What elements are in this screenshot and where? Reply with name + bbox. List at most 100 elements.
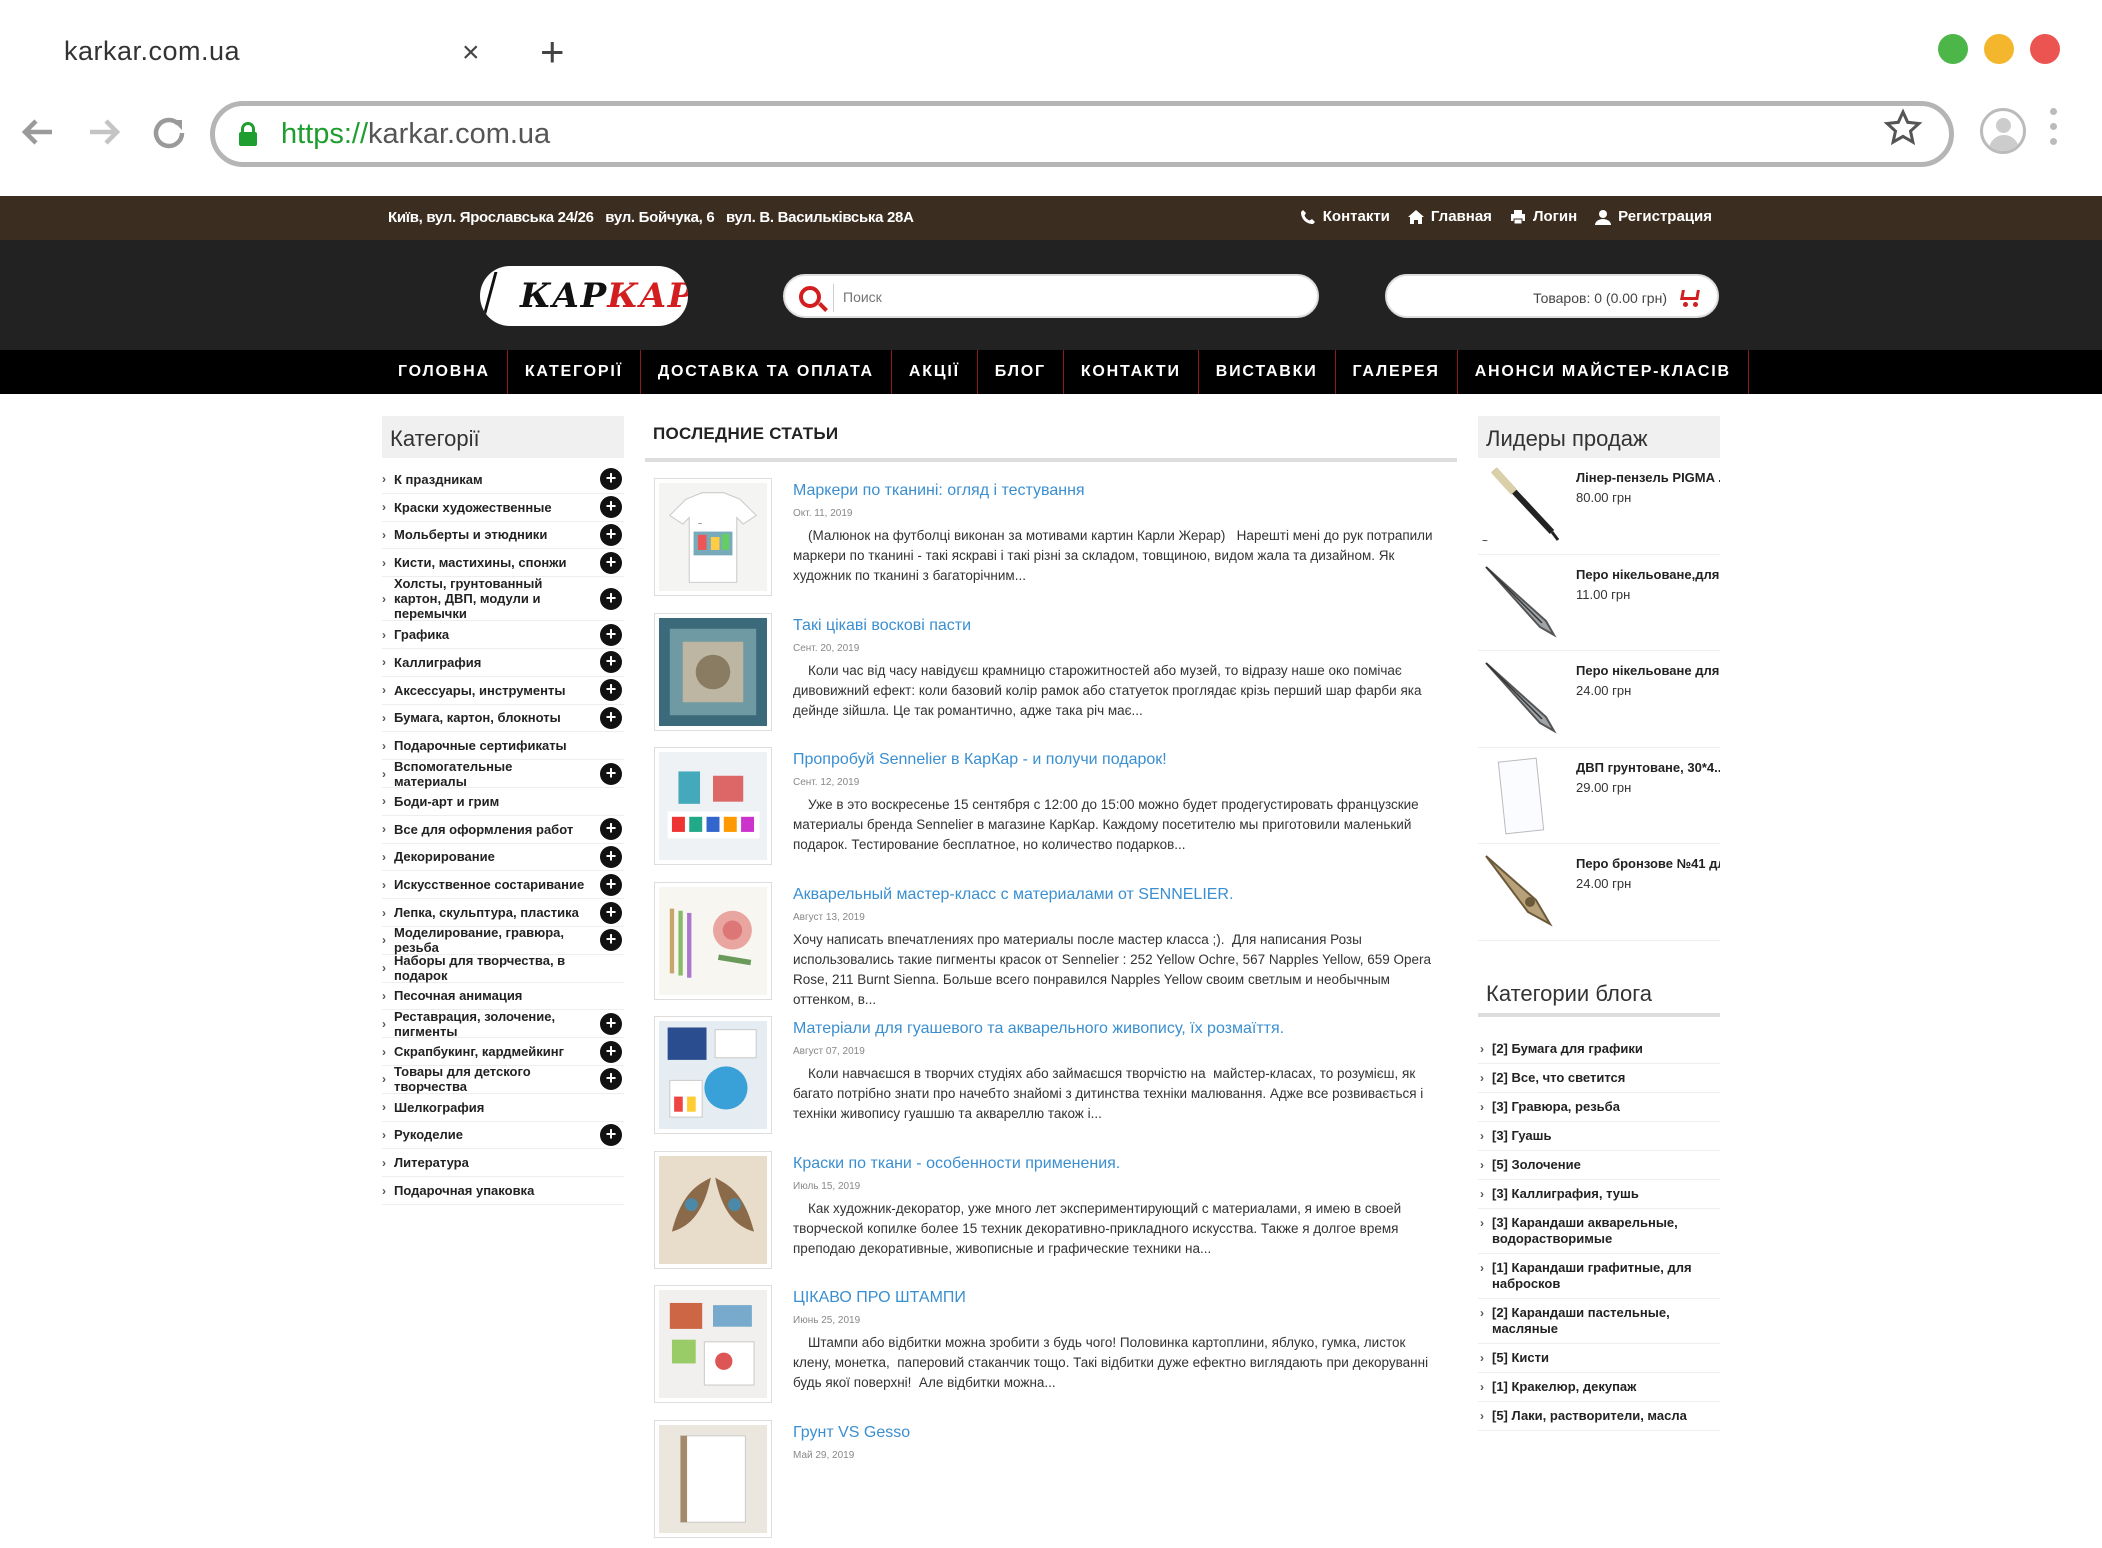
tab-title[interactable]: karkar.com.ua (64, 36, 240, 67)
product-image[interactable] (1480, 754, 1564, 838)
browser-menu-icon[interactable] (2050, 108, 2058, 153)
nav-gallery[interactable]: Галерея (1336, 350, 1458, 394)
expand-plus-icon[interactable]: + (600, 902, 622, 924)
product-name[interactable]: ДВП грунтоване, 30*4... (1576, 760, 1720, 775)
article-title-link[interactable]: Пропробуй Sennelier в КарКар - и получи … (793, 751, 1167, 769)
sidebar-item[interactable]: ›Холсты, грунтованный картон, ДВП, модул… (382, 577, 624, 621)
article-title-link[interactable]: Акварельный мастер-класс с материалами о… (793, 886, 1233, 904)
product-name[interactable]: Перо нікельоване для ... (1576, 663, 1720, 678)
back-arrow-icon[interactable] (18, 112, 58, 162)
expand-plus-icon[interactable]: + (600, 1041, 622, 1063)
article-thumbnail[interactable] (654, 1151, 772, 1269)
sidebar-item[interactable]: ›Лепка, скульптура, пластика+ (382, 899, 624, 927)
product-name[interactable]: Лінер-пензель PIGMA ... (1576, 470, 1720, 485)
expand-plus-icon[interactable]: + (600, 707, 622, 729)
sidebar-item[interactable]: ›Наборы для творчества, в подарок (382, 955, 624, 983)
blog-category-item[interactable]: ›[2] Карандаши пастельные, масляные (1478, 1299, 1720, 1344)
blog-category-item[interactable]: ›[5] Золочение (1478, 1151, 1720, 1180)
search-input[interactable] (841, 282, 1301, 312)
article-thumbnail[interactable] (654, 1016, 772, 1134)
reload-icon[interactable] (148, 112, 190, 164)
article-thumbnail[interactable] (654, 882, 772, 1000)
expand-plus-icon[interactable]: + (600, 929, 622, 951)
sidebar-item[interactable]: ›Песочная анимация (382, 983, 624, 1011)
expand-plus-icon[interactable]: + (600, 846, 622, 868)
blog-category-item[interactable]: ›[5] Кисти (1478, 1344, 1720, 1373)
sidebar-item[interactable]: ›Искусственное состаривание+ (382, 871, 624, 899)
expand-plus-icon[interactable]: + (600, 496, 622, 518)
expand-plus-icon[interactable]: + (600, 624, 622, 646)
sidebar-item[interactable]: ›Каллиграфия+ (382, 649, 624, 677)
product-name[interactable]: Перо нікельоване,для ... (1576, 567, 1720, 582)
sidebar-item[interactable]: ›Графика+ (382, 621, 624, 649)
product-image[interactable]: ~ (1480, 464, 1564, 548)
sidebar-item[interactable]: ›Товары для детского творчества+ (382, 1066, 624, 1094)
product-name[interactable]: Перо бронзове №41 дл... (1576, 856, 1720, 871)
expand-plus-icon[interactable]: + (600, 1124, 622, 1146)
product-image[interactable] (1480, 561, 1564, 645)
sidebar-item[interactable]: ›Скрапбукинг, кардмейкинг+ (382, 1038, 624, 1066)
nav-promotions[interactable]: Акції (892, 350, 978, 394)
sidebar-item[interactable]: ›Декорирование+ (382, 844, 624, 872)
product-image[interactable] (1480, 657, 1564, 741)
article-title-link[interactable]: Маркери по тканині: огляд і тестування (793, 482, 1085, 500)
sidebar-item[interactable]: ›Подарочная упаковка (382, 1177, 624, 1205)
sidebar-item[interactable]: ›Аксессуары, инструменты+ (382, 677, 624, 705)
blog-category-item[interactable]: ›[2] Бумага для графики (1478, 1035, 1720, 1064)
bestseller-item[interactable]: Перо бронзове №41 дл...24.00 грн (1478, 844, 1720, 941)
expand-plus-icon[interactable]: + (600, 1013, 622, 1035)
bestseller-item[interactable]: Перо нікельоване для ...24.00 грн (1478, 651, 1720, 748)
sidebar-item[interactable]: ›Боди-арт и грим (382, 788, 624, 816)
blog-category-item[interactable]: ›[5] Лаки, растворители, масла (1478, 1402, 1720, 1431)
site-logo[interactable]: КАРКАР (480, 266, 688, 326)
blog-category-item[interactable]: ›[3] Каллиграфия, тушь (1478, 1180, 1720, 1209)
article-thumbnail[interactable] (654, 747, 772, 865)
window-close-icon[interactable] (2030, 34, 2060, 64)
sidebar-item[interactable]: ›К праздникам+ (382, 466, 624, 494)
expand-plus-icon[interactable]: + (600, 588, 622, 610)
nav-masterclasses[interactable]: Анонси майстер-класів (1458, 350, 1749, 394)
cart-button[interactable]: Товаров: 0 (0.00 грн) (1385, 274, 1719, 318)
top-link-home[interactable]: Главная (1408, 208, 1492, 225)
blog-category-item[interactable]: ›[3] Гуашь (1478, 1122, 1720, 1151)
product-image[interactable] (1480, 850, 1564, 934)
window-minimize-icon[interactable] (1984, 34, 2014, 64)
blog-category-item[interactable]: ›[1] Карандаши графитные, для набросков (1478, 1254, 1720, 1299)
article-thumbnail[interactable] (654, 1285, 772, 1403)
sidebar-item[interactable]: ›Литература (382, 1149, 624, 1177)
top-link-contacts[interactable]: Контакти (1300, 208, 1390, 225)
window-maximize-icon[interactable] (1938, 34, 1968, 64)
address-bar[interactable]: https://karkar.com.ua (210, 101, 1954, 167)
expand-plus-icon[interactable]: + (600, 874, 622, 896)
article-thumbnail[interactable]: ~ (654, 478, 772, 596)
forward-arrow-icon[interactable] (84, 112, 124, 162)
expand-plus-icon[interactable]: + (600, 763, 622, 785)
nav-home[interactable]: Головна (381, 350, 508, 394)
article-title-link[interactable]: Матеріали для гуашевого та акварельного … (793, 1020, 1284, 1038)
sidebar-item[interactable]: ›Моделирование, гравюра, резьба+ (382, 927, 624, 955)
sidebar-item[interactable]: ›Мольберты и этюдники+ (382, 522, 624, 550)
sidebar-item[interactable]: ›Шелкография (382, 1094, 624, 1122)
sidebar-item[interactable]: ›Вспомогательные материалы+ (382, 760, 624, 788)
blog-category-item[interactable]: ›[3] Карандаши акварельные, водораствори… (1478, 1209, 1720, 1254)
article-title-link[interactable]: Такі цікаві воскові пасти (793, 617, 971, 635)
article-title-link[interactable]: Грунт VS Gesso (793, 1424, 910, 1442)
sidebar-item[interactable]: ›Все для оформления работ+ (382, 816, 624, 844)
top-link-register[interactable]: Регистрация (1595, 208, 1712, 225)
article-title-link[interactable]: Краски по ткани - особенности применения… (793, 1155, 1120, 1173)
bestseller-item[interactable]: ~Лінер-пензель PIGMA ...80.00 грн (1478, 458, 1720, 555)
article-thumbnail[interactable] (654, 1420, 772, 1538)
sidebar-item[interactable]: ›Бумага, картон, блокноты+ (382, 705, 624, 733)
bestseller-item[interactable]: Перо нікельоване,для ...11.00 грн (1478, 555, 1720, 652)
nav-contacts[interactable]: Контакти (1064, 350, 1199, 394)
sidebar-item[interactable]: ›Краски художественные+ (382, 494, 624, 522)
article-title-link[interactable]: ЦІКАВО ПРО ШТАМПИ (793, 1289, 966, 1307)
top-link-login[interactable]: Логин (1510, 208, 1577, 225)
expand-plus-icon[interactable]: + (600, 468, 622, 490)
new-tab-icon[interactable]: + (540, 28, 565, 76)
blog-category-item[interactable]: ›[2] Все, что светится (1478, 1064, 1720, 1093)
search-icon[interactable] (799, 286, 821, 308)
sidebar-item[interactable]: ›Кисти, мастихины, спонжи+ (382, 549, 624, 577)
sidebar-item[interactable]: ›Подарочные сертификаты (382, 732, 624, 760)
bookmark-star-icon[interactable] (1883, 108, 1923, 158)
